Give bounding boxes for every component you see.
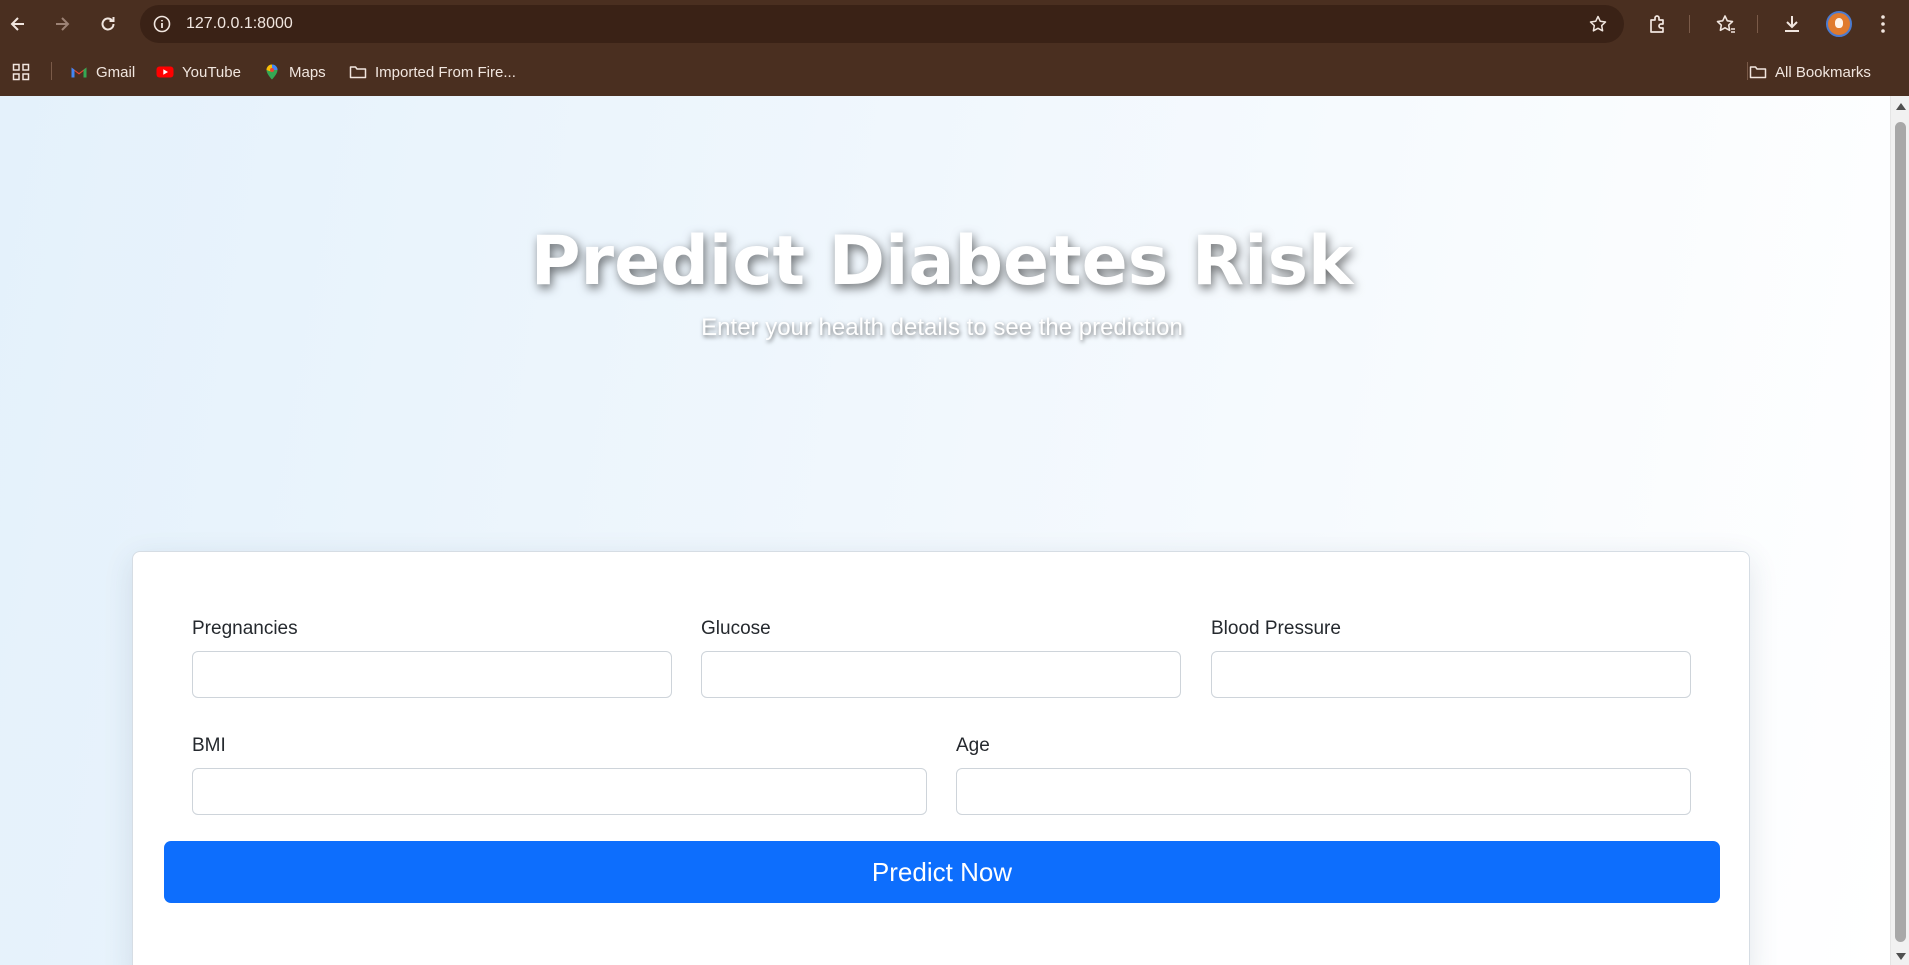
apps-button[interactable] (12, 59, 30, 85)
blood-pressure-label: Blood Pressure (1211, 618, 1341, 639)
blood-pressure-field: Blood Pressure (1211, 618, 1691, 698)
page-title: Predict Diabetes Risk (530, 222, 1354, 301)
browser-toolbar: 127.0.0.1:8000 (0, 0, 1909, 48)
bookmark-maps[interactable]: Maps (263, 59, 326, 85)
pregnancies-field: Pregnancies (192, 618, 672, 698)
profile-avatar[interactable] (1826, 11, 1852, 37)
site-info-icon[interactable] (152, 14, 172, 34)
bookmark-youtube[interactable]: YouTube (156, 59, 241, 85)
arrow-left-icon (10, 17, 24, 31)
bookmark-label: Gmail (96, 63, 136, 81)
bookmark-folder-imported[interactable]: Imported From Fire... (349, 59, 516, 85)
bookmark-label: YouTube (182, 63, 241, 81)
arrow-right-icon (56, 17, 70, 31)
pregnancies-input[interactable] (192, 651, 672, 698)
maps-icon (266, 64, 278, 80)
back-button[interactable] (4, 10, 32, 38)
glucose-input[interactable] (701, 651, 1181, 698)
bookmarks-divider (51, 62, 52, 80)
gmail-icon (71, 67, 87, 78)
glucose-label: Glucose (701, 618, 771, 639)
glucose-field: Glucose (701, 618, 1181, 698)
forward-button[interactable] (48, 10, 76, 38)
downloads-button[interactable] (1780, 12, 1804, 36)
reload-button[interactable] (94, 10, 122, 38)
age-field: Age (956, 735, 1691, 815)
youtube-icon (156, 66, 174, 78)
bookmarks-divider (1747, 62, 1748, 80)
page-subtitle: Enter your health details to see the pre… (701, 314, 1183, 341)
scroll-down-arrow-icon[interactable] (1896, 953, 1906, 960)
bmi-field: BMI (192, 735, 927, 815)
toolbar-divider (1757, 15, 1758, 33)
bmi-label: BMI (192, 735, 226, 756)
folder-icon (349, 66, 367, 79)
pregnancies-label: Pregnancies (192, 618, 298, 639)
prediction-form: Pregnancies Glucose Blood Pressure BMI A… (132, 551, 1750, 965)
bookmark-label: Imported From Fire... (375, 63, 516, 81)
scrollbar-thumb[interactable] (1895, 122, 1906, 942)
address-bar[interactable]: 127.0.0.1:8000 (140, 5, 1624, 43)
all-bookmarks-button[interactable]: All Bookmarks (1749, 59, 1871, 85)
scroll-up-arrow-icon[interactable] (1896, 103, 1906, 110)
download-icon (1785, 16, 1799, 32)
bookmark-label: Maps (289, 63, 326, 81)
folder-icon (1749, 66, 1767, 79)
extensions-button[interactable] (1646, 12, 1670, 36)
page-scrollbar[interactable] (1890, 96, 1909, 965)
predict-now-button[interactable]: Predict Now (164, 841, 1720, 903)
bookmark-star-icon[interactable] (1588, 14, 1608, 34)
bookmark-gmail[interactable]: Gmail (70, 59, 135, 85)
more-vertical-icon (1881, 15, 1885, 33)
bookmarks-button[interactable] (1713, 12, 1737, 36)
puzzle-icon (1650, 15, 1664, 33)
menu-button[interactable] (1871, 12, 1895, 36)
all-bookmarks-label: All Bookmarks (1775, 63, 1871, 81)
age-input[interactable] (956, 768, 1691, 815)
star-list-icon (1716, 15, 1735, 33)
bmi-input[interactable] (192, 768, 927, 815)
toolbar-divider (1689, 15, 1690, 33)
apps-grid-icon (12, 63, 30, 81)
url-text[interactable]: 127.0.0.1:8000 (186, 15, 293, 33)
blood-pressure-input[interactable] (1211, 651, 1691, 698)
reload-icon (101, 17, 115, 31)
bookmarks-bar: Gmail YouTube Maps Imported From Fire...… (0, 48, 1909, 96)
page-viewport: Predict Diabetes Risk Enter your health … (0, 96, 1890, 965)
age-label: Age (956, 735, 990, 756)
